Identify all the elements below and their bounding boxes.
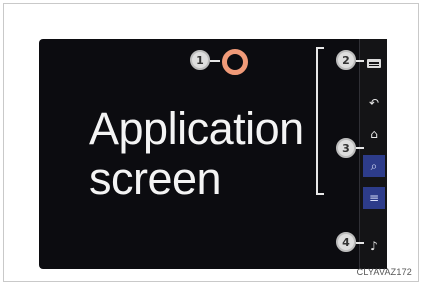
list-icon: ≡ (368, 191, 380, 205)
leader-line-1 (210, 60, 220, 62)
home-button[interactable]: ⌂ (363, 123, 385, 145)
menu-button[interactable] (363, 52, 385, 74)
leader-line-3 (356, 147, 364, 149)
display-screen: Application screen ↶ ⌂ ⌕ ≡ ♪ (39, 39, 387, 269)
leader-line-4 (356, 242, 364, 244)
group-bracket (316, 47, 324, 195)
callout-2: 2 (336, 50, 356, 70)
leader-line-2 (356, 60, 364, 62)
list-button[interactable]: ≡ (363, 187, 385, 209)
status-ring-icon[interactable] (222, 49, 248, 75)
back-button[interactable]: ↶ (363, 92, 385, 114)
application-screen-label: Application screen (89, 103, 304, 205)
search-button[interactable]: ⌕ (363, 155, 385, 177)
music-button[interactable]: ♪ (363, 235, 385, 257)
callout-1: 1 (190, 50, 210, 70)
back-icon: ↶ (368, 96, 380, 110)
menu-icon (367, 58, 381, 68)
figure-code: CLYAVAZ172 (356, 267, 412, 277)
figure-frame: Application screen ↶ ⌂ ⌕ ≡ ♪ 1 2 3 4 CLY… (3, 3, 419, 282)
search-icon: ⌕ (370, 158, 378, 173)
side-button-panel: ↶ ⌂ ⌕ ≡ ♪ (359, 39, 387, 269)
callout-3: 3 (336, 138, 356, 158)
app-label-line-2: screen (89, 153, 222, 205)
app-label-line-1: Application (89, 103, 304, 154)
music-note-icon: ♪ (370, 239, 378, 253)
home-icon: ⌂ (370, 127, 378, 141)
callout-4: 4 (336, 232, 356, 252)
